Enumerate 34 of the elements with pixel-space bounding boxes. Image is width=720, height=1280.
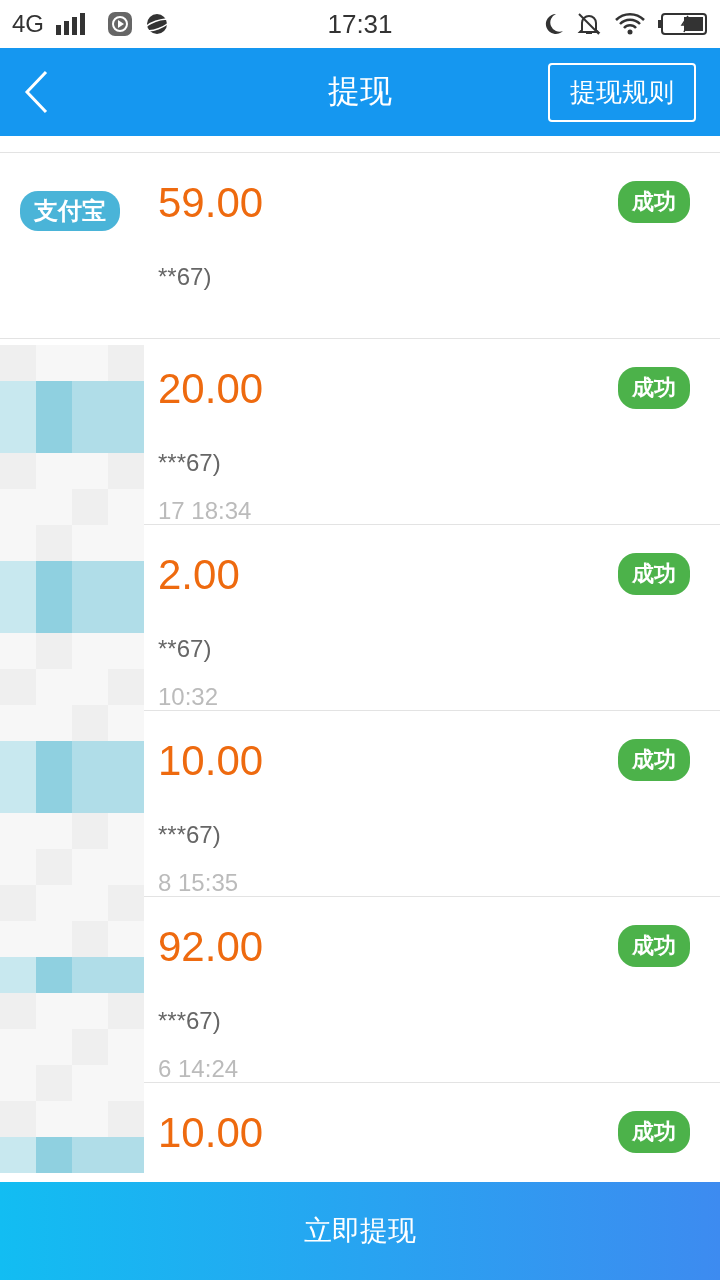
- battery-icon: [658, 12, 708, 36]
- payment-tag: 支付宝: [20, 191, 120, 231]
- amount: 59.00: [158, 179, 264, 227]
- time-text: 6 14:24: [158, 1055, 239, 1082]
- amount: 2.00: [158, 551, 240, 599]
- status-tag: 成功: [618, 367, 690, 409]
- account-text: **67): [158, 635, 212, 662]
- status-tag: 成功: [618, 739, 690, 781]
- time-text: 8 15:35: [158, 869, 239, 896]
- network-label: 4G: [12, 10, 44, 38]
- muted-bell-icon: [576, 12, 602, 36]
- withdraw-button[interactable]: 立即提现: [0, 1182, 720, 1280]
- account-text: ***67): [158, 449, 221, 476]
- status-tag: 成功: [618, 1111, 690, 1153]
- rules-button[interactable]: 提现规则: [548, 62, 696, 122]
- page-title: 提现: [328, 72, 392, 111]
- signal-icon: [56, 13, 86, 35]
- time-text: 10:32: [158, 683, 219, 710]
- status-tag: 成功: [618, 181, 690, 223]
- amount: 92.00: [158, 923, 264, 971]
- back-icon[interactable]: [24, 70, 48, 114]
- time-text: 17 18:34: [158, 497, 252, 524]
- amount: 20.00: [158, 365, 264, 413]
- amount: 10.00: [158, 1109, 264, 1157]
- status-tag: 成功: [618, 925, 690, 967]
- account-text: **67): [158, 263, 212, 290]
- amount: 10.00: [158, 737, 264, 785]
- account-text: ***67): [158, 821, 221, 848]
- play-icon: [108, 12, 132, 36]
- planet-icon: [144, 12, 170, 36]
- clock-time: 17:31: [327, 8, 393, 40]
- wifi-icon: [614, 12, 646, 36]
- account-text: ***67): [158, 1007, 221, 1034]
- status-tag: 成功: [618, 553, 690, 595]
